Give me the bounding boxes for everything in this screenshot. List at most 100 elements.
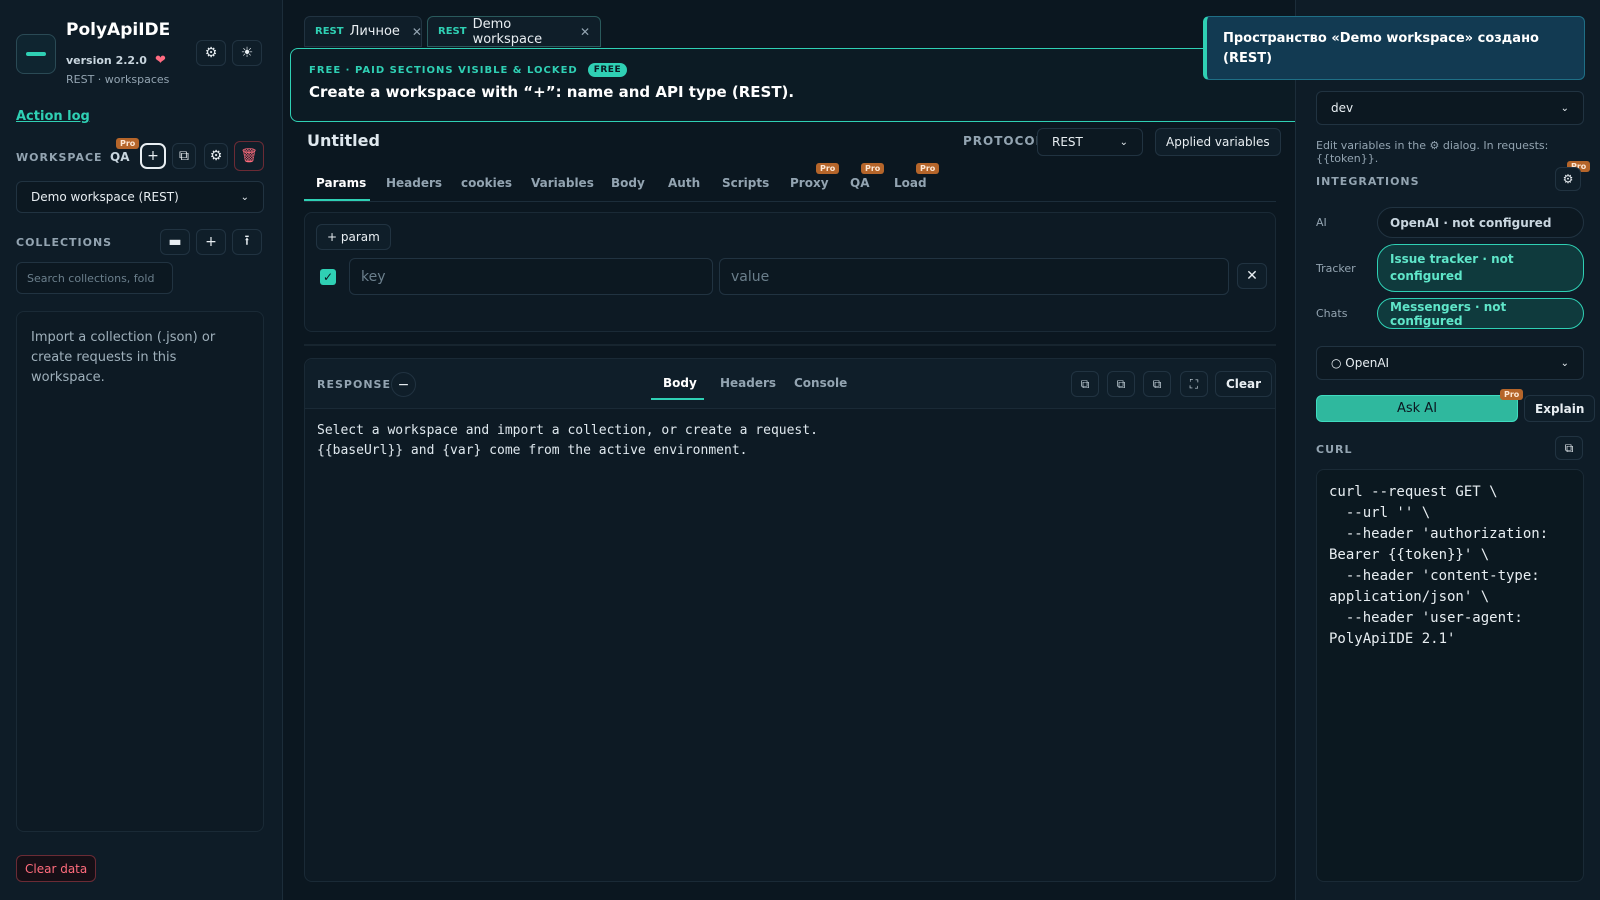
tabs-divider: [304, 201, 1276, 202]
collections-label: COLLECTIONS: [16, 236, 113, 249]
copy-icon: ⧉: [1116, 376, 1126, 391]
minus-icon: −: [397, 376, 410, 393]
trash-icon: 🗑: [240, 148, 258, 164]
collapse-response-button[interactable]: −: [391, 372, 416, 397]
tab-headers[interactable]: Headers: [386, 176, 442, 190]
request-title[interactable]: Untitled: [307, 131, 380, 150]
plus-icon: +: [205, 234, 217, 250]
integrations-settings-button[interactable]: ⚙: [1555, 167, 1581, 191]
explain-button[interactable]: Explain: [1524, 395, 1596, 422]
workspace-settings-button[interactable]: ⚙: [204, 143, 228, 169]
response-tab-headers[interactable]: Headers: [720, 376, 776, 390]
collections-search-input[interactable]: Search collections, fold: [16, 262, 173, 294]
copy-response-button[interactable]: ⧉: [1071, 371, 1099, 397]
pro-badge: Pro: [816, 163, 840, 174]
chats-integration-button[interactable]: Messengers · not configured: [1377, 298, 1584, 329]
ask-ai-button[interactable]: Ask AI: [1316, 395, 1518, 422]
copy-curl-button[interactable]: ⧉: [1143, 371, 1171, 397]
new-collection-button[interactable]: +: [196, 229, 226, 255]
ai-label: AI: [1316, 216, 1327, 229]
folder-icon: ▬: [168, 234, 182, 250]
banner-message: Create a workspace with “+”: name and AP…: [309, 83, 795, 101]
close-icon[interactable]: ✕: [580, 25, 590, 39]
expand-icon: ⛶: [1189, 376, 1199, 391]
protocol-select[interactable]: REST ⌄: [1037, 128, 1143, 156]
tab-params[interactable]: Params: [316, 176, 366, 190]
tab-auth[interactable]: Auth: [668, 176, 700, 190]
pro-badge: Pro: [861, 163, 885, 174]
gear-icon: ⚙: [1562, 172, 1574, 186]
panel-divider: [304, 344, 1276, 346]
tab-qa[interactable]: QA: [850, 176, 870, 190]
settings-button[interactable]: ⚙: [196, 40, 226, 66]
curl-snippet: curl --request GET \ --url '' \ --header…: [1316, 469, 1584, 882]
remove-param-button[interactable]: ✕: [1237, 263, 1267, 289]
response-tab-console[interactable]: Console: [794, 376, 847, 390]
empty-state-text: Import a collection (.json) or create re…: [31, 330, 216, 385]
toast-notification: Пространство «Demo workspace» создано (R…: [1203, 16, 1585, 80]
param-enabled-checkbox[interactable]: ✓: [320, 269, 336, 285]
chevron-down-icon: ⌄: [1119, 136, 1128, 148]
tab-load[interactable]: Load: [894, 176, 927, 190]
tab-kind: REST: [438, 26, 467, 37]
fullscreen-button[interactable]: ⛶: [1180, 371, 1208, 397]
chevron-down-icon: ⌄: [240, 191, 249, 203]
response-label: RESPONSE: [317, 378, 391, 391]
workspace-select-value: Demo workspace (REST): [31, 190, 179, 204]
qa-label[interactable]: QA: [110, 150, 130, 164]
copy-curl-snippet-button[interactable]: ⧉: [1555, 436, 1583, 460]
duplicate-workspace-button[interactable]: ⧉: [172, 143, 196, 169]
protocol-label: PROTOCOL: [963, 134, 1045, 148]
theme-toggle-button[interactable]: ☀: [232, 40, 262, 66]
tab-cookies[interactable]: cookies: [461, 176, 512, 190]
param-key-input[interactable]: key: [349, 258, 713, 295]
tab-proxy[interactable]: Proxy: [790, 176, 829, 190]
request-tab-2[interactable]: REST Demo workspace ✕: [427, 16, 601, 47]
add-workspace-button[interactable]: +: [140, 143, 166, 169]
close-icon[interactable]: ✕: [412, 25, 422, 39]
add-param-button[interactable]: + param: [316, 224, 391, 250]
tab-label: Demo workspace: [472, 16, 543, 47]
response-tab-body[interactable]: Body: [663, 376, 697, 390]
param-value-input[interactable]: value: [719, 258, 1229, 295]
sidebar: PolyApiIDE version 2.2.0 ❤ REST · worksp…: [0, 0, 283, 900]
workspace-label: WORKSPACE: [16, 151, 103, 164]
banner-kicker-text: FREE · PAID SECTIONS VISIBLE & LOCKED: [309, 64, 578, 76]
action-log-link[interactable]: Action log: [16, 109, 90, 124]
workspace-select[interactable]: Demo workspace (REST) ⌄: [16, 181, 264, 213]
copy-icon: ⧉: [1080, 376, 1090, 391]
request-tab-1[interactable]: REST Личное ✕: [304, 16, 422, 47]
pro-badge: Pro: [116, 138, 140, 149]
tab-scripts[interactable]: Scripts: [722, 176, 769, 190]
applied-variables-button[interactable]: Applied variables: [1155, 128, 1281, 156]
protocol-select-value: REST: [1052, 135, 1083, 149]
copy-icon: ⧉: [179, 148, 189, 164]
response-body-text: Select a workspace and import a collecti…: [317, 423, 818, 458]
gear-icon: ⚙: [209, 148, 223, 164]
curl-label: CURL: [1316, 443, 1353, 456]
delete-workspace-button[interactable]: 🗑: [234, 141, 264, 171]
clear-data-button[interactable]: Clear data: [16, 855, 97, 882]
ai-provider-select[interactable]: ○ OpenAI ⌄: [1316, 346, 1584, 380]
close-icon: ✕: [1246, 268, 1258, 284]
collections-empty-state: Import a collection (.json) or create re…: [16, 311, 264, 832]
pro-badge: Pro: [1500, 389, 1524, 400]
free-badge: FREE: [587, 63, 628, 77]
response-tab-indicator: [651, 398, 704, 400]
integrations-label: INTEGRATIONS: [1316, 175, 1420, 188]
chevron-down-icon: ⌄: [1560, 102, 1569, 114]
chats-label: Chats: [1316, 307, 1348, 320]
new-folder-button[interactable]: ▬: [160, 229, 190, 255]
environment-select[interactable]: dev ⌄: [1316, 91, 1584, 125]
import-collection-button[interactable]: ⭱: [232, 229, 262, 255]
app-logo: [16, 34, 56, 74]
onboarding-banner: FREE · PAID SECTIONS VISIBLE & LOCKED FR…: [290, 48, 1310, 122]
tab-variables[interactable]: Variables: [531, 176, 594, 190]
tab-body[interactable]: Body: [611, 176, 645, 190]
tracker-integration-button[interactable]: Issue tracker · not configured: [1377, 244, 1584, 292]
upload-icon: ⭱: [244, 233, 250, 249]
copy-headers-button[interactable]: ⧉: [1107, 371, 1135, 397]
copy-icon: ⧉: [1564, 440, 1574, 455]
clear-response-button[interactable]: Clear: [1215, 371, 1273, 397]
ai-integration-button[interactable]: OpenAI · not configured: [1377, 207, 1584, 238]
